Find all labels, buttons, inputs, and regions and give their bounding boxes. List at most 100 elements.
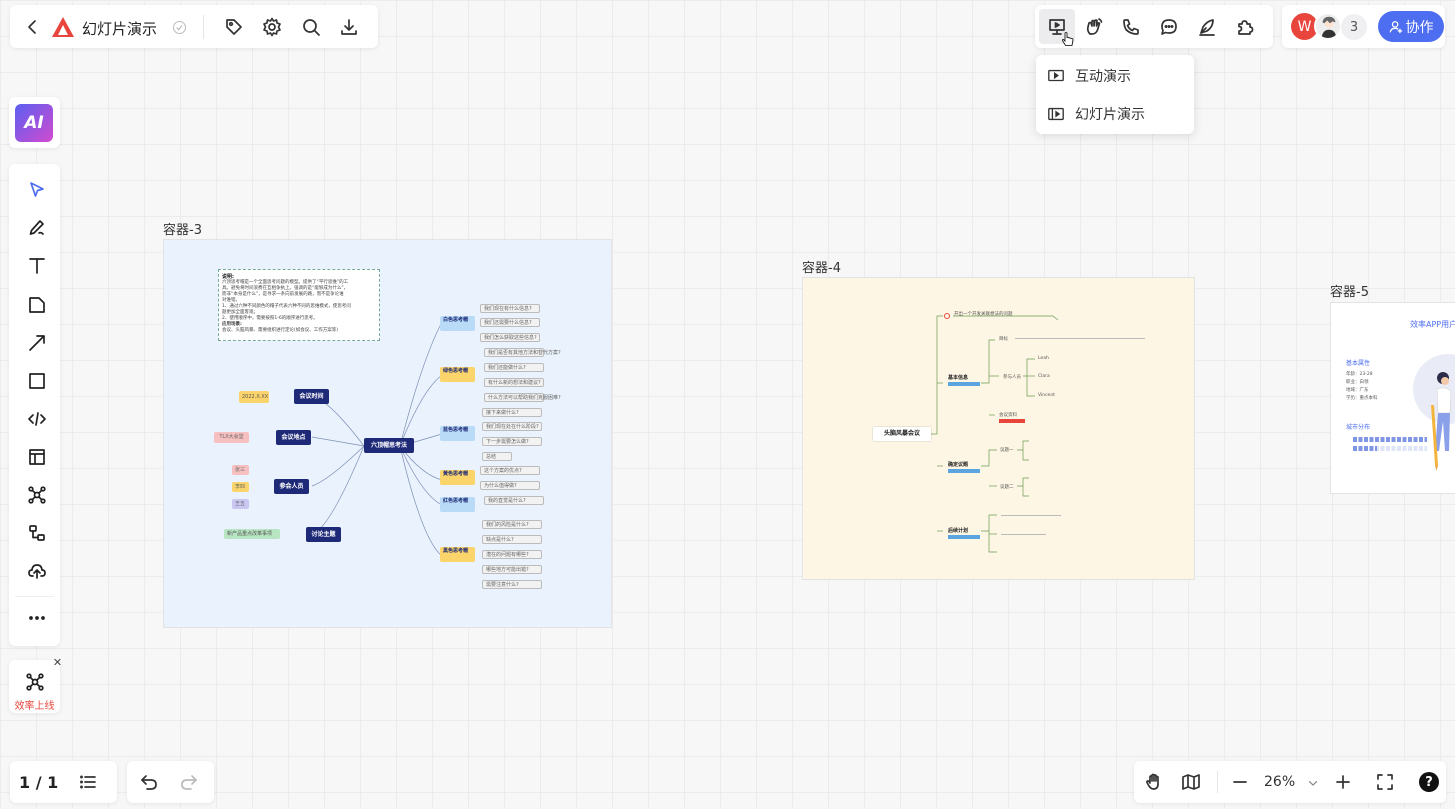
hand-tool-button[interactable] (1140, 768, 1168, 796)
leaf-node[interactable]: 为什么值得做? (480, 481, 540, 490)
menu-item-interactive-present[interactable]: 互动演示 (1036, 59, 1194, 93)
minimap-button[interactable] (1177, 768, 1205, 796)
leaf-node[interactable]: 缺点是什么? (482, 535, 542, 544)
leaf-node[interactable]: 我们现在有什么信息? (480, 304, 540, 313)
hat-node[interactable]: 红色思考帽 (440, 497, 475, 512)
leaf-node[interactable]: 我们的风险是什么? (482, 520, 542, 529)
hat-node[interactable]: 黄色思考帽 (440, 470, 475, 485)
leaf-node[interactable]: 我们还需要什么信息? (480, 318, 540, 327)
pen-tool[interactable] (23, 214, 51, 242)
hat-node[interactable]: 蓝色思考帽 (440, 426, 475, 441)
download-button[interactable] (335, 13, 363, 41)
mindmap-center[interactable]: 六顶帽思考法 (364, 438, 414, 453)
select-tool[interactable] (23, 176, 51, 204)
menu-item-slides[interactable]: 幻灯片演示 (1036, 97, 1194, 131)
sub-node[interactable]: 参与人员 (1003, 374, 1021, 380)
section-title[interactable]: 城市分布 (1346, 422, 1370, 431)
flowchart-tool[interactable] (23, 519, 51, 547)
zoom-out-button[interactable] (1226, 768, 1254, 796)
collaborator-count[interactable]: 3 (1341, 14, 1367, 40)
mindmap-node[interactable]: 会议时间 (294, 389, 329, 404)
search-button[interactable] (297, 13, 325, 41)
ai-button[interactable]: AI (15, 104, 53, 142)
avatar[interactable] (1314, 12, 1342, 40)
person-name[interactable]: Leah (1038, 356, 1049, 361)
text-tool[interactable] (23, 252, 51, 280)
rectangle-tool[interactable] (23, 367, 51, 395)
leaf-node[interactable]: 我们现在处在什么阶段? (482, 422, 542, 431)
mindmap-tool[interactable] (23, 481, 51, 509)
mindmap-node[interactable]: 参会人员 (274, 479, 309, 494)
container-3[interactable]: 说明: 六顶思考帽是一个全面思考问题的模型。提供了“平行思维”的工 具。避免将时… (163, 239, 612, 628)
container-4[interactable]: 头脑风暴会议 开出一个开发关联想法的问题 基本信息 确定议题 后续计划 目标 参… (802, 277, 1195, 580)
mindmap-node[interactable]: 讨论主题 (306, 527, 341, 542)
branch-node[interactable]: 后续计划 (948, 527, 968, 534)
laser-button[interactable] (1080, 13, 1108, 41)
doc-title[interactable]: 幻灯片演示 (82, 18, 157, 39)
call-button[interactable] (1117, 13, 1145, 41)
zoom-dropdown[interactable] (1304, 769, 1322, 797)
close-icon[interactable]: ✕ (51, 656, 64, 669)
sub-node[interactable]: 目标 (999, 336, 1008, 342)
sign-button[interactable] (1193, 13, 1221, 41)
leaf-node[interactable]: 我们怎么获取这些信息? (480, 333, 540, 342)
tag[interactable]: TLX大会堂 (214, 432, 249, 443)
upload-tool[interactable] (23, 557, 51, 585)
code-tool[interactable] (23, 405, 51, 433)
leaf-node[interactable]: 这个方案的优点? (480, 466, 540, 475)
leaf-node[interactable]: 我们是否有其他方法和替代方案? (484, 348, 561, 357)
sub-node[interactable]: 议题二 (1000, 484, 1014, 490)
description-note[interactable]: 说明: 六顶思考帽是一个全面思考问题的模型。提供了“平行思维”的工 具。避免将时… (218, 269, 380, 341)
sub-node[interactable]: 会议资料 (999, 412, 1017, 418)
tag[interactable]: 李四 (232, 482, 249, 492)
redo-button[interactable] (175, 768, 203, 796)
tag[interactable]: 新产品重点改革事项 (224, 529, 280, 539)
hat-node[interactable]: 白色思考帽 (440, 316, 475, 331)
collaborate-button[interactable]: 协作 (1378, 11, 1444, 42)
hat-node[interactable]: 绿色思考帽 (440, 367, 475, 382)
undo-button[interactable] (135, 768, 163, 796)
persona-title[interactable]: 效率APP用户 (1410, 319, 1455, 330)
leaf-node[interactable]: 需要注意什么? (482, 580, 542, 589)
leaf-node[interactable]: 下一步需要怎么做? (482, 437, 542, 446)
branch-node[interactable]: 基本信息 (948, 374, 968, 381)
arrow-tool[interactable] (23, 329, 51, 357)
settings-button[interactable] (258, 13, 286, 41)
person-name[interactable]: Clara (1038, 374, 1050, 379)
tag[interactable]: 张三 (232, 465, 249, 475)
container-label[interactable]: 容器-3 (163, 219, 202, 238)
mindmap-node[interactable]: 会议地点 (276, 430, 311, 445)
leaf-node[interactable]: 有什么新的想法和建议? (484, 378, 544, 387)
container-label[interactable]: 容器-5 (1330, 281, 1369, 300)
sticky-note-tool[interactable] (23, 291, 51, 319)
page-indicator[interactable]: 1 / 1 (19, 773, 58, 792)
help-icon[interactable]: ? (1419, 772, 1439, 792)
zoom-level[interactable]: 26% (1264, 774, 1295, 790)
more-tools[interactable] (23, 604, 51, 632)
container-5[interactable]: 效率APP用户 基本属性 年龄：23-28 职业：白领 地域：广东 学历：重点本… (1330, 302, 1455, 494)
plugins-button[interactable] (1231, 13, 1259, 41)
tag-button[interactable] (220, 13, 248, 41)
leaf-node[interactable]: 潜在的问题有哪些? (482, 550, 542, 559)
section-title[interactable]: 基本属性 (1346, 358, 1370, 367)
container-label[interactable]: 容器-4 (802, 257, 841, 276)
comment-button[interactable] (1155, 13, 1183, 41)
person-name[interactable]: Vincent (1038, 393, 1055, 398)
tag[interactable]: 王五 (232, 499, 249, 509)
hat-node[interactable]: 黑色思考帽 (440, 547, 475, 562)
back-button[interactable] (18, 13, 46, 41)
mindmap-template[interactable] (21, 668, 49, 696)
leaf-node[interactable]: 什么方法可以帮助我们克服困难? (484, 393, 561, 402)
tag[interactable]: 2022.X.XX (239, 391, 269, 403)
leaf-node[interactable]: 我的直觉是什么? (484, 496, 544, 505)
layout-tool[interactable] (23, 443, 51, 471)
branch-node[interactable]: 确定议题 (948, 461, 968, 468)
fit-screen-button[interactable] (1371, 768, 1399, 796)
zoom-in-button[interactable] (1329, 768, 1357, 796)
mindmap-center[interactable]: 头脑风暴会议 (873, 427, 931, 441)
leaf-node[interactable]: 我们还能做什么? (484, 363, 544, 372)
page-list-button[interactable] (74, 768, 102, 796)
leaf-node[interactable]: 接下来做什么? (482, 408, 542, 417)
sub-node[interactable]: 议题一 (1000, 447, 1014, 453)
top-note[interactable]: 开出一个开发关联想法的问题 (954, 311, 1013, 317)
